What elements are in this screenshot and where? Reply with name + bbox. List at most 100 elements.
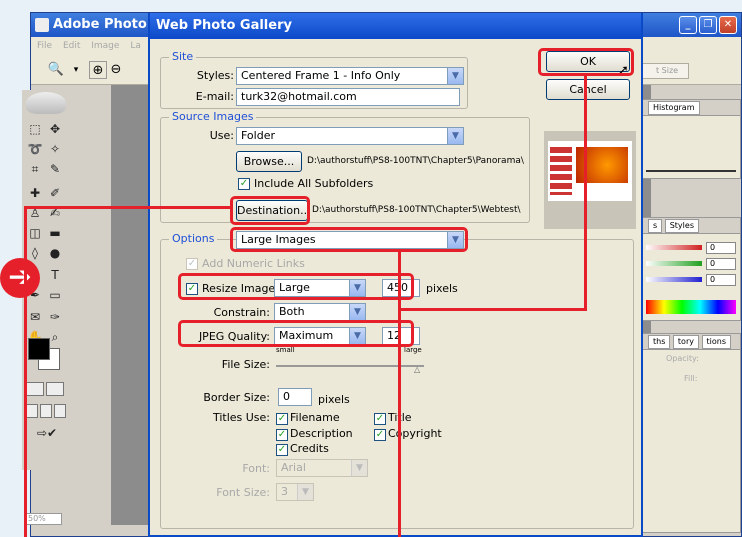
jump-to-imageready-icon[interactable]: ⇨✔ (30, 424, 64, 442)
quick-mask-icon[interactable] (46, 382, 64, 396)
tab-histogram[interactable]: Histogram (648, 101, 700, 115)
fill-label: Fill: (684, 374, 698, 383)
close-icon[interactable]: ✕ (719, 16, 737, 34)
marquee-tool-icon[interactable]: ⬚ (26, 120, 44, 138)
tab-styles[interactable]: Styles (664, 219, 699, 233)
options-highlight (230, 227, 468, 252)
titles-use-label: Titles Use: (212, 411, 270, 424)
blue-slider[interactable] (646, 277, 702, 282)
slider-thumb-icon[interactable]: △ (414, 365, 420, 374)
slice-tool-icon[interactable]: ✎ (46, 160, 64, 178)
font-size-label: Font Size: (216, 486, 270, 499)
chevron-down-icon[interactable]: ▾ (67, 61, 85, 79)
zoom-out-icon[interactable]: ⊖ (107, 61, 125, 79)
zoom-in-icon[interactable]: ⊕ (89, 61, 107, 79)
eraser-tool-icon[interactable]: ◫ (26, 224, 44, 242)
title-description-checkbox[interactable]: ✓ (276, 429, 288, 441)
styles-label: Styles: (196, 69, 234, 82)
title-copyright-checkbox[interactable]: ✓ (374, 429, 386, 441)
red-value[interactable]: 0 (706, 242, 736, 254)
menu-file[interactable]: File (37, 41, 52, 51)
dodge-tool-icon[interactable]: ● (46, 244, 64, 262)
title-credits-label: Credits (290, 442, 329, 455)
standard-mode-icon[interactable] (26, 382, 44, 396)
zoom-field[interactable]: 50% (24, 513, 62, 525)
font-size-select[interactable]: 3 ▼ (276, 483, 314, 501)
title-filename-label: Filename (290, 411, 340, 424)
left-connector-vertical (24, 206, 27, 537)
minimize-icon[interactable]: _ (679, 16, 697, 34)
move-tool-icon[interactable]: ✥ (46, 120, 64, 138)
constrain-select[interactable]: Both ▼ (274, 303, 366, 321)
font-value: Arial (281, 461, 306, 474)
menu-layer[interactable]: La (130, 41, 141, 51)
title-filename-checkbox[interactable]: ✓ (276, 413, 288, 425)
add-numeric-links-label: Add Numeric Links (202, 257, 305, 270)
red-slider[interactable] (646, 245, 702, 250)
cancel-button[interactable]: Cancel (546, 79, 630, 100)
opacity-label: Opacity: (666, 354, 699, 363)
gradient-tool-icon[interactable]: ▬ (46, 224, 64, 242)
destination-connector (24, 206, 230, 209)
shape-tool-icon[interactable]: ▭ (46, 286, 64, 304)
menu-image[interactable]: Image (91, 41, 119, 51)
eyedropper-icon[interactable]: ✑ (46, 308, 64, 326)
border-size-field[interactable]: 0 (278, 388, 312, 406)
brush-tool-icon[interactable]: ✐ (46, 184, 64, 202)
menu-edit[interactable]: Edit (63, 41, 80, 51)
use-select[interactable]: Folder ▼ (236, 127, 464, 145)
font-label: Font: (242, 462, 270, 475)
preview-thumbnails (550, 147, 572, 195)
restore-icon[interactable]: ❐ (699, 16, 717, 34)
fit-size-button[interactable]: t Size (641, 63, 689, 79)
tab-swatches[interactable]: s (648, 219, 663, 233)
border-size-label: Border Size: (203, 391, 270, 404)
resize-highlight (178, 273, 414, 300)
include-subfolders-checkbox[interactable]: ✓ (238, 178, 250, 190)
green-value[interactable]: 0 (706, 258, 736, 270)
styles-select[interactable]: Centered Frame 1 - Info Only ▼ (236, 67, 464, 85)
add-numeric-links-checkbox[interactable]: ✓ (186, 258, 198, 270)
screen-mode-2-icon[interactable] (40, 404, 52, 418)
notes-tool-icon[interactable]: ✉ (26, 308, 44, 326)
foreground-color-swatch[interactable] (28, 338, 50, 360)
title-title-checkbox[interactable]: ✓ (374, 413, 386, 425)
options-connector-vertical (398, 252, 401, 537)
green-slider[interactable] (646, 261, 702, 266)
color-ramp[interactable] (646, 300, 736, 314)
email-value: turk32@hotmail.com (241, 90, 357, 103)
tab-paths[interactable]: ths (648, 335, 671, 349)
ok-highlight (538, 48, 634, 76)
email-field[interactable]: turk32@hotmail.com (236, 88, 460, 106)
border-size-value: 0 (283, 390, 290, 403)
file-size-label: File Size: (221, 358, 270, 371)
title-credits-checkbox[interactable]: ✓ (276, 444, 288, 456)
screen-mode-1-icon[interactable] (26, 404, 38, 418)
zoom-tool-icon[interactable]: 🔍 (47, 61, 65, 79)
font-select[interactable]: Arial ▼ (276, 459, 368, 477)
dialog-title: Web Photo Gallery (150, 13, 641, 39)
browse-button[interactable]: Browse... (236, 151, 302, 172)
screen-mode-3-icon[interactable] (54, 404, 66, 418)
crop-tool-icon[interactable]: ⌗ (26, 160, 44, 178)
healing-brush-icon[interactable]: ✚ (26, 184, 44, 202)
border-size-unit: pixels (318, 393, 350, 406)
file-size-slider[interactable] (276, 365, 424, 367)
type-tool-icon[interactable]: T (46, 266, 64, 284)
blue-value[interactable]: 0 (706, 274, 736, 286)
jpeg-highlight (178, 320, 414, 347)
lasso-tool-icon[interactable]: ➰ (26, 140, 44, 158)
tab-history[interactable]: tory (672, 335, 699, 349)
constrain-label: Constrain: (213, 306, 270, 319)
site-group-label: Site (169, 50, 197, 63)
tab-actions[interactable]: tions (701, 335, 732, 349)
title-copyright-label: Copyright (388, 427, 442, 440)
photoshop-title: Adobe Photo (53, 17, 147, 32)
chevron-down-icon: ▼ (351, 460, 367, 476)
histogram-baseline (646, 170, 736, 172)
chevron-down-icon: ▼ (349, 304, 365, 320)
title-description-label: Description (290, 427, 353, 440)
browse-path: D:\authorstuff\PS8-100TNT\Chapter5\Panor… (307, 156, 524, 166)
magic-wand-icon[interactable]: ✧ (46, 140, 64, 158)
file-size-large-label: large (404, 346, 422, 354)
